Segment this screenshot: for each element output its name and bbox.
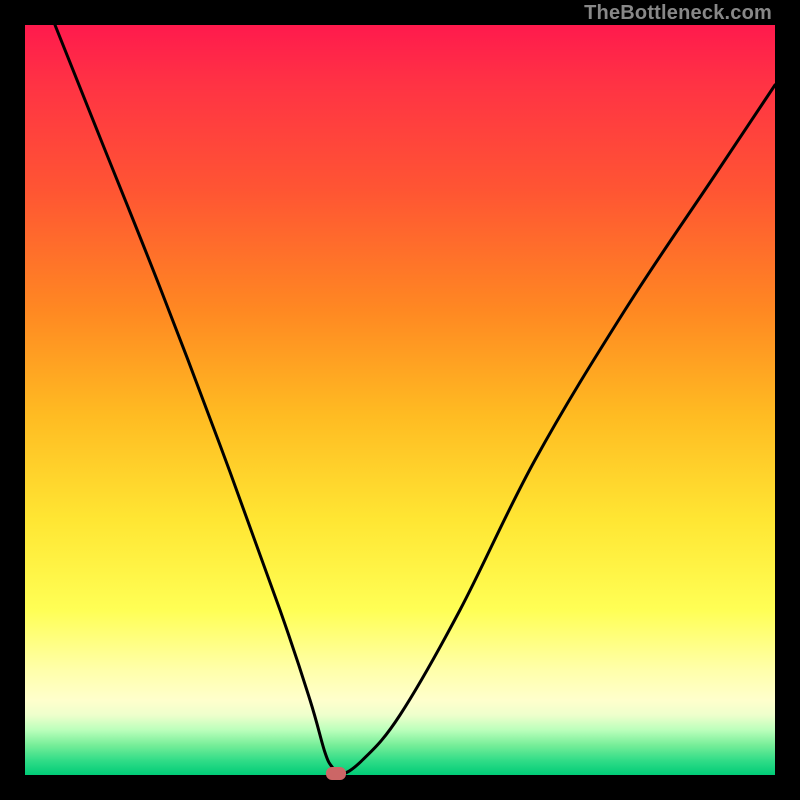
min-marker [326, 767, 346, 780]
chart-frame: TheBottleneck.com [0, 0, 800, 800]
plot-background [25, 25, 775, 775]
watermark-text: TheBottleneck.com [584, 2, 772, 25]
